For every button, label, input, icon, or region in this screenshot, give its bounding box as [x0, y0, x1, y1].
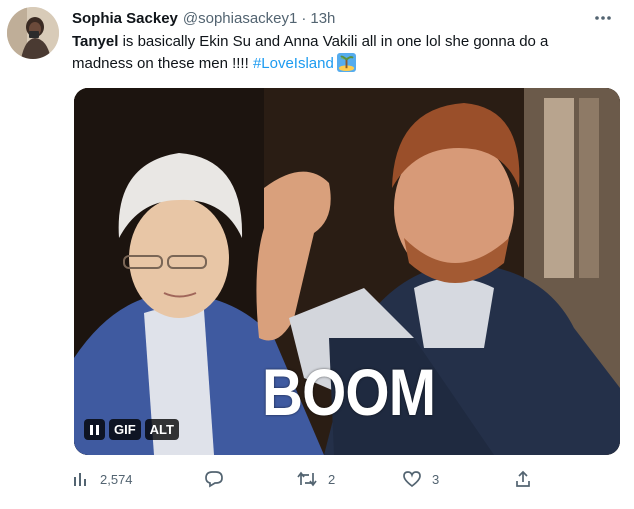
like-count: 3	[432, 471, 440, 487]
like-button[interactable]: 3	[402, 466, 439, 492]
retweet-button[interactable]: 2	[296, 466, 335, 492]
share-button[interactable]	[514, 466, 532, 492]
pause-icon	[90, 424, 99, 435]
retweet-icon	[297, 471, 317, 487]
gif-badge: GIF	[109, 419, 141, 440]
reply-button[interactable]	[204, 466, 234, 492]
more-options-button[interactable]	[592, 7, 614, 29]
views-count: 2,574	[100, 471, 133, 487]
heart-icon	[403, 471, 421, 488]
separator-dot: ·	[301, 9, 307, 27]
island-emoji-icon	[336, 53, 356, 72]
tweet-actions: 2,574 2 3	[72, 466, 612, 492]
tweet[interactable]: Sophia Sackey @sophiasackey1 · 13h Tanye…	[0, 0, 634, 509]
tweet-header: Sophia Sackey @sophiasackey1 · 13h	[72, 7, 614, 29]
hashtag-link[interactable]: #LoveIsland	[253, 55, 334, 72]
alt-button[interactable]: ALT	[144, 419, 179, 440]
avatar[interactable]	[7, 7, 59, 59]
share-icon	[516, 470, 530, 487]
views-icon	[74, 473, 86, 486]
tweet-mention: Tanyel	[72, 33, 119, 50]
tweet-text: Tanyel is basically Ekin Su and Anna Vak…	[72, 31, 602, 75]
gif-media[interactable]: BOOM	[74, 88, 620, 455]
more-dots-icon	[595, 16, 611, 20]
tweet-time[interactable]: 13h	[310, 10, 335, 27]
gif-caption: BOOM	[262, 355, 436, 429]
author-handle[interactable]: @sophiasackey1	[183, 10, 297, 27]
media-controls: GIF ALT	[84, 419, 179, 440]
author-name[interactable]: Sophia Sackey	[72, 10, 178, 27]
reply-icon	[205, 471, 223, 488]
pause-button[interactable]	[84, 419, 105, 440]
retweet-count: 2	[328, 471, 336, 487]
avatar-image	[7, 7, 59, 59]
views-button[interactable]: 2,574	[72, 466, 133, 492]
